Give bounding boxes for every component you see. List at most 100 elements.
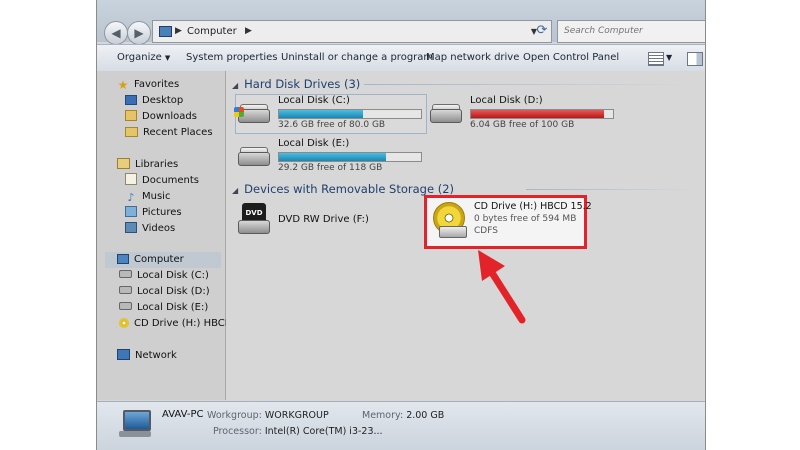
drive-free-space: 32.6 GB free of 80.0 GB [278,120,386,130]
nav-local-disk-e[interactable]: Local Disk (E:) [119,300,208,316]
nav-favorites[interactable]: ★ Favorites [117,77,180,93]
hard-disk-icon [234,103,270,125]
map-network-drive-button[interactable]: Map network drive [426,45,519,71]
nav-local-disk-d[interactable]: Local Disk (D:) [119,284,210,300]
group-header-label: Devices with Removable Storage (2) [244,182,454,196]
nav-videos[interactable]: Videos [125,221,175,237]
cd-disc-icon [119,318,129,328]
nav-label: Music [142,191,171,202]
usage-bar [278,152,422,162]
nav-label: Local Disk (D:) [137,286,210,297]
nav-label: Pictures [142,207,182,218]
network-icon [117,349,130,360]
content-pane: ◢ Hard Disk Drives (3) Local Disk (C:) 32… [226,71,705,400]
group-divider [364,84,694,85]
memory-value: 2.00 GB [406,410,445,421]
monitor-screen [123,410,151,431]
nav-pictures[interactable]: Pictures [125,205,182,221]
processor-label: Processor: [213,426,262,437]
forward-arrow-icon: ▶ [134,26,144,40]
documents-icon [125,173,137,185]
downloads-folder-icon [125,110,137,121]
hard-disk-icon [236,146,270,168]
nav-label: Local Disk (E:) [137,302,209,313]
nav-libraries[interactable]: Libraries [117,157,178,173]
drive-tile-d[interactable]: Local Disk (D:) 6.04 GB free of 100 GB [428,95,628,133]
drive-name: Local Disk (C:) [278,95,350,106]
nav-label: Computer [134,254,184,265]
nav-cd-drive[interactable]: CD Drive (H:) HBCD [119,316,232,332]
open-control-panel-button[interactable]: Open Control Panel [523,45,619,71]
desktop-icon [125,95,137,105]
collapse-triangle-icon[interactable]: ◢ [232,186,238,195]
drive-free-space: 0 bytes free of 594 MB [474,214,577,224]
nav-desktop[interactable]: Desktop [125,93,183,109]
organize-label: Organize [117,52,162,63]
nav-label: Local Disk (C:) [137,270,209,281]
preview-pane-icon[interactable] [687,52,703,66]
usage-fill [279,153,386,161]
nav-network[interactable]: Network [117,348,177,364]
drive-name: Local Disk (E:) [278,138,350,149]
group-divider [526,189,694,190]
address-bar-area: ◀ ▶ ▶ Computer ▶ ▼ ⟳ [97,0,705,45]
search-box[interactable] [557,20,705,43]
cd-drive-icon [431,202,467,240]
workgroup-value: WORKGROUP [264,410,329,421]
collapse-triangle-icon[interactable]: ◢ [232,81,238,90]
breadcrumb-chevron-icon[interactable]: ▶ [245,21,252,42]
group-header-removable[interactable]: ◢ Devices with Removable Storage (2) [232,180,454,198]
computer-icon [159,26,172,37]
drive-free-space: 29.2 GB free of 118 GB [278,163,383,173]
search-input[interactable] [560,22,704,39]
usage-bar [278,109,422,119]
computer-icon [117,254,129,264]
nav-label: Favorites [134,79,180,90]
view-options-icon[interactable] [648,52,664,66]
hard-disk-icon [119,302,132,310]
cd-tray [439,226,467,238]
videos-icon [125,222,137,233]
nav-label: Desktop [142,95,184,106]
forward-button[interactable]: ▶ [127,21,151,45]
hard-disk-icon [119,286,132,294]
breadcrumb-separator-icon[interactable]: ▶ [175,21,182,42]
nav-local-disk-c[interactable]: Local Disk (C:) [119,268,209,284]
nav-computer[interactable]: Computer [105,252,221,268]
nav-downloads[interactable]: Downloads [125,109,197,125]
computer-monitor-icon [119,410,151,438]
dvd-drive-icon: DVD [236,203,270,241]
navigation-pane: ★ Favorites Desktop Downloads Recent Plac… [97,71,232,400]
uninstall-program-button[interactable]: Uninstall or change a program [281,45,433,71]
drive-name: CD Drive (H:) HBCD 15.2 [474,201,592,212]
dvd-drive-body [238,220,270,234]
nav-label: Videos [142,223,176,234]
details-pane: AVAV-PC Workgroup: WORKGROUP Memory: 2.0… [97,401,705,450]
hard-disk-icon [119,270,132,278]
address-bar[interactable]: ▶ Computer ▶ ▼ [152,20,552,43]
drive-tile-cd-highlighted[interactable]: CD Drive (H:) HBCD 15.2 0 bytes free of … [424,195,592,249]
system-properties-button[interactable]: System properties [186,45,278,71]
nav-documents[interactable]: Documents [125,173,199,189]
drive-tile-dvd[interactable]: DVD DVD RW Drive (F:) [236,203,396,241]
windows-logo-icon [234,107,244,117]
drive-tile-e[interactable]: Local Disk (E:) 29.2 GB free of 118 GB [236,138,436,176]
group-header-hard-disks[interactable]: ◢ Hard Disk Drives (3) [232,75,360,93]
hard-disk-body [430,109,462,123]
usage-fill [279,110,363,118]
drive-tile-c[interactable]: Local Disk (C:) 32.6 GB free of 80.0 GB [234,94,427,134]
refresh-icon: ⟳ [536,23,548,38]
memory-info: Memory: 2.00 GB [362,410,444,421]
organize-button[interactable]: Organize ▼ [117,45,170,71]
chevron-down-icon: ▼ [164,54,171,62]
command-bar: Organize ▼ System properties Uninstall or… [97,44,705,72]
nav-label: Network [135,350,177,361]
view-dropdown-icon[interactable]: ▼ [666,45,672,71]
nav-recent-places[interactable]: Recent Places [125,125,213,141]
music-icon: ♪ [127,191,135,204]
recent-places-icon [125,127,138,137]
back-button[interactable]: ◀ [104,21,128,45]
nav-music[interactable]: ♪ Music [125,189,170,205]
refresh-button[interactable]: ⟳ [532,20,552,41]
breadcrumb-computer[interactable]: Computer [187,21,237,42]
